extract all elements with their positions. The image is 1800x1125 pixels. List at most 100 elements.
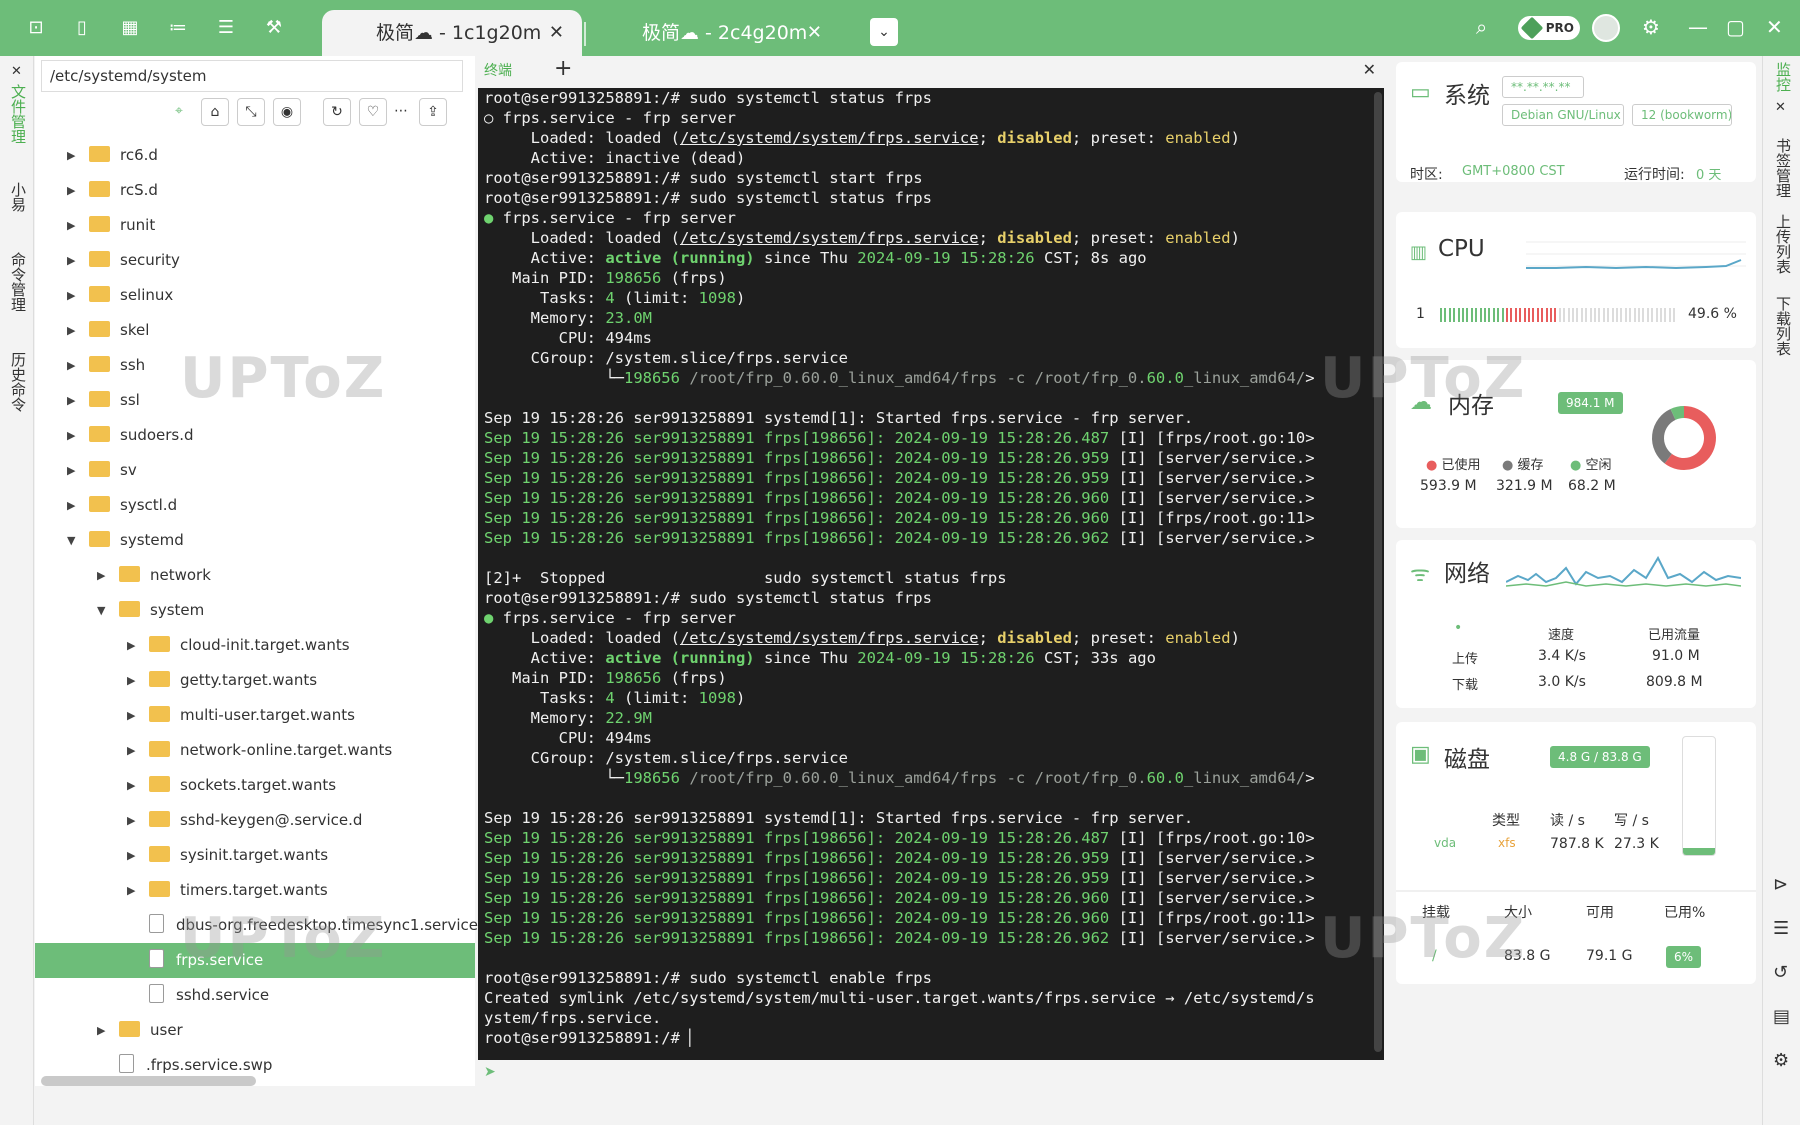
settings-icon[interactable]: ⚙ xyxy=(1773,1050,1789,1071)
list-icon[interactable]: ☰ xyxy=(1773,918,1789,939)
folder-row[interactable]: ▶ security xyxy=(67,243,180,278)
folder-row[interactable]: ▶ runit xyxy=(67,208,155,243)
terminal-line: Active: active (running) since Thu 2024-… xyxy=(484,248,1378,268)
sidebar-item-download-list[interactable]: 下载列表 xyxy=(1773,296,1794,356)
chevron-right-icon[interactable]: ▶ xyxy=(97,558,107,593)
chevron-right-icon[interactable]: ▶ xyxy=(127,873,137,908)
folder-row[interactable]: ▶ sshd-keygen@.service.d xyxy=(127,803,362,838)
folder-row[interactable]: ▶ sockets.target.wants xyxy=(127,768,337,803)
folder-row[interactable]: ▶ getty.target.wants xyxy=(127,663,317,698)
pro-badge[interactable]: PRO xyxy=(1518,16,1580,40)
minimize-icon[interactable]: — xyxy=(1688,14,1708,40)
tab-terminal[interactable]: 终端 xyxy=(484,60,512,80)
folder-row[interactable]: ▶ sysctl.d xyxy=(67,488,177,523)
chevron-right-icon[interactable]: ▶ xyxy=(127,838,137,873)
window-close-icon[interactable]: ✕ xyxy=(1766,14,1783,40)
tab-server-2[interactable]: 极简☁ - 2c4g20m ✕ xyxy=(590,10,840,56)
chevron-right-icon[interactable]: ▶ xyxy=(67,278,77,313)
folder-row[interactable]: ▶ network xyxy=(97,558,211,593)
more-icon[interactable]: ⋯ xyxy=(387,98,415,126)
sidebar-item-history[interactable]: 历史命令 xyxy=(8,352,29,412)
close-icon[interactable]: ✕ xyxy=(807,10,822,56)
locate-icon[interactable]: ⌖ xyxy=(165,98,193,126)
folder-row[interactable]: ▶ ssh xyxy=(67,348,145,383)
folder-row[interactable]: ▶ user xyxy=(97,1013,183,1048)
ip-tag[interactable]: **.**.**.** xyxy=(1502,76,1584,98)
maximize-icon[interactable]: ▢ xyxy=(1726,14,1745,40)
tree-icon[interactable]: ≔ xyxy=(168,18,188,38)
close-icon[interactable]: ✕ xyxy=(1775,100,1786,115)
chevron-right-icon[interactable]: ▶ xyxy=(127,663,137,698)
layout-icon[interactable]: ▦ xyxy=(120,18,140,38)
terminal-icon[interactable]: ⊳ xyxy=(1773,874,1788,895)
send-icon[interactable]: ➤ xyxy=(484,1064,496,1080)
wrench-icon[interactable]: ⚒ xyxy=(264,18,284,38)
item-name: sshd.service xyxy=(176,986,270,1004)
folder-row[interactable]: ▶ skel xyxy=(67,313,149,348)
folder-row[interactable]: ▼ system xyxy=(97,593,204,628)
chevron-right-icon[interactable]: ▶ xyxy=(67,313,77,348)
sidebar-item-bookmarks[interactable]: 书签管理 xyxy=(1773,138,1794,198)
folder-row[interactable]: ▶ network-online.target.wants xyxy=(127,733,392,768)
tab-dropdown-button[interactable]: ⌄ xyxy=(870,18,898,46)
folder-row[interactable]: ▼ systemd xyxy=(67,523,184,558)
history-icon[interactable]: ↺ xyxy=(1773,962,1788,983)
chevron-right-icon[interactable]: ▶ xyxy=(127,768,137,803)
chevron-right-icon[interactable]: ▶ xyxy=(67,418,77,453)
chevron-right-icon[interactable]: ▶ xyxy=(67,138,77,173)
home-icon[interactable]: ⌂ xyxy=(201,98,229,126)
path-input[interactable]: /etc/systemd/system xyxy=(41,60,463,92)
folder-row[interactable]: ▶ ssl xyxy=(67,383,140,418)
folder-row[interactable]: ▶ multi-user.target.wants xyxy=(127,698,355,733)
folder-row[interactable]: ▶ sysinit.target.wants xyxy=(127,838,328,873)
document-icon[interactable]: ▯ xyxy=(72,18,92,38)
chevron-right-icon[interactable]: ▶ xyxy=(67,208,77,243)
folder-row[interactable]: ▶ selinux xyxy=(67,278,173,313)
chevron-right-icon[interactable]: ▶ xyxy=(67,243,77,278)
save-icon[interactable]: ▤ xyxy=(1773,1006,1790,1027)
terminal-text: > xyxy=(1305,509,1315,527)
folder-row[interactable]: ▶ sv xyxy=(67,453,137,488)
file-row[interactable]: sshd.service xyxy=(149,978,269,1013)
favorite-icon[interactable]: ♡ xyxy=(359,98,387,126)
chevron-down-icon[interactable]: ▼ xyxy=(67,523,77,558)
chevron-right-icon[interactable]: ▶ xyxy=(67,173,77,208)
folder-row[interactable]: ▶ sudoers.d xyxy=(67,418,194,453)
sidebar-item-xiaoyi[interactable]: 小易 xyxy=(8,182,29,212)
chevron-right-icon[interactable]: ▶ xyxy=(127,733,137,768)
avatar[interactable] xyxy=(1592,14,1620,42)
folder-row[interactable]: ▶ rc6.d xyxy=(67,138,158,173)
chevron-right-icon[interactable]: ▶ xyxy=(127,803,137,838)
chevron-right-icon[interactable]: ▶ xyxy=(67,453,77,488)
item-name: sockets.target.wants xyxy=(180,776,337,794)
chevron-right-icon[interactable]: ▶ xyxy=(67,383,77,418)
collapse-icon[interactable]: ⤡ xyxy=(237,98,265,126)
close-icon[interactable]: ✕ xyxy=(549,10,564,56)
search-icon[interactable]: ⌕ xyxy=(1476,14,1487,40)
close-icon[interactable]: ✕ xyxy=(11,64,22,79)
chevron-right-icon[interactable]: ▶ xyxy=(67,348,77,383)
chevron-right-icon[interactable]: ▶ xyxy=(67,488,77,523)
upload-icon[interactable]: ⇪ xyxy=(419,98,447,126)
refresh-icon[interactable]: ↻ xyxy=(323,98,351,126)
chevron-right-icon[interactable]: ▶ xyxy=(97,1013,107,1048)
sidebar-item-command-manager[interactable]: 命令管理 xyxy=(8,252,29,312)
tab-server-1[interactable]: 极简☁ - 1c1g20m ✕ xyxy=(322,10,582,56)
gear-icon[interactable]: ⚙ xyxy=(1642,14,1660,40)
chevron-right-icon[interactable]: ▶ xyxy=(127,698,137,733)
sidebar-item-monitor[interactable]: 监控 xyxy=(1773,62,1794,92)
folder-row[interactable]: ▶ rcS.d xyxy=(67,173,158,208)
sidebar-item-upload-list[interactable]: 上传列表 xyxy=(1773,214,1794,274)
horizontal-scrollbar[interactable] xyxy=(41,1076,256,1086)
add-terminal-button[interactable]: + xyxy=(554,56,572,81)
terminal-output[interactable]: root@ser9913258891:/# sudo systemctl sta… xyxy=(478,88,1384,1060)
chevron-right-icon[interactable]: ▶ xyxy=(127,628,137,663)
list-icon[interactable]: ☰ xyxy=(216,18,236,38)
chevron-down-icon[interactable]: ▼ xyxy=(97,593,107,628)
folder-row[interactable]: ▶ cloud-init.target.wants xyxy=(127,628,350,663)
sidebar-item-file-manager[interactable]: 文件管理 xyxy=(8,84,29,144)
eye-icon[interactable]: ◉ xyxy=(273,98,301,126)
new-window-icon[interactable]: ⊡ xyxy=(26,18,46,38)
folder-row[interactable]: ▶ timers.target.wants xyxy=(127,873,328,908)
close-icon[interactable]: ✕ xyxy=(1363,60,1376,79)
